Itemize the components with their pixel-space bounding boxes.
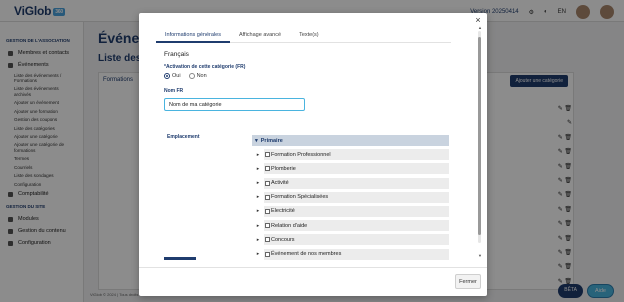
emplacement-label: Emplacement (167, 134, 200, 140)
tree-root-primaire[interactable]: ▾ Primaire (252, 135, 449, 146)
modal-body: Français *Activation de cette catégorie … (164, 51, 464, 111)
category-name-input[interactable] (164, 98, 305, 111)
tree-item[interactable]: ▸ Concours (252, 234, 449, 246)
language-title: Français (164, 51, 189, 58)
name-label: Nom FR (164, 88, 184, 94)
tree-root-label: Primaire (260, 137, 283, 144)
tree-item-label: Activité (271, 180, 289, 187)
tree-item[interactable]: ▸ Formation Professionnel (252, 149, 449, 161)
checkbox[interactable] (265, 208, 270, 214)
radio-yes-label: Oui (172, 73, 181, 79)
tab-texts[interactable]: Texte(s) (290, 30, 328, 43)
section-divider (164, 257, 196, 260)
tree-item-label: Electricité (271, 208, 295, 215)
checkbox[interactable] (265, 194, 270, 200)
tree-item-label: Formation Professionnel (271, 151, 331, 158)
checkbox[interactable] (265, 166, 270, 172)
scroll-up-icon[interactable]: ▲ (478, 25, 482, 30)
chevron-right-icon[interactable]: ▸ (252, 194, 264, 200)
radio-yes-dot[interactable] (164, 73, 170, 79)
activation-radio-group: Oui Non (164, 73, 464, 79)
scrollbar-thumb[interactable] (478, 37, 481, 235)
radio-no[interactable]: Non (188, 73, 207, 79)
modal-footer: Fermer (139, 267, 487, 296)
chevron-right-icon[interactable]: ▸ (252, 223, 264, 229)
checkbox[interactable] (265, 180, 270, 186)
radio-yes[interactable]: Oui (164, 73, 181, 79)
radio-no-label: Non (196, 73, 207, 79)
tab-general-info[interactable]: Informations générales (156, 30, 230, 43)
close-button[interactable]: Fermer (455, 274, 481, 289)
tree-item[interactable]: ▸ Relation d'aide (252, 220, 449, 232)
tree-item-label: Formation Spécialisées (271, 194, 329, 201)
chevron-right-icon[interactable]: ▸ (252, 237, 264, 243)
scroll-down-icon[interactable]: ▼ (478, 253, 482, 258)
collapse-icon[interactable]: ▾ (255, 138, 258, 144)
checkbox[interactable] (265, 152, 270, 158)
activation-label: *Activation de cette catégorie (FR) (164, 64, 246, 70)
tree-item[interactable]: ▸ Événement de nos membres (252, 248, 449, 260)
checkbox[interactable] (265, 237, 270, 243)
checkbox[interactable] (265, 223, 270, 229)
tree-item[interactable]: ▸ Formation Spécialisées (252, 191, 449, 203)
tree-item-label: Événement de nos membres (271, 251, 342, 257)
chevron-right-icon[interactable]: ▸ (252, 152, 264, 158)
chevron-right-icon[interactable]: ▸ (252, 208, 264, 214)
modal-tabs: Informations générales Affichage avancé … (156, 30, 451, 43)
chevron-right-icon[interactable]: ▸ (252, 166, 264, 172)
tree-item-label: Concours (271, 236, 295, 243)
tree-item[interactable]: ▸ Activité (252, 177, 449, 189)
tree-item[interactable]: ▸ Plomberie (252, 163, 449, 175)
chevron-right-icon[interactable]: ▸ (252, 251, 264, 257)
checkbox[interactable] (265, 251, 270, 257)
modal-scrollbar[interactable] (478, 31, 481, 243)
radio-no-dot[interactable] (188, 73, 195, 79)
tree-item-label: Relation d'aide (271, 222, 308, 229)
tree-item-label: Plomberie (271, 165, 296, 172)
tree-item[interactable]: ▸ Electricité (252, 205, 449, 217)
chevron-right-icon[interactable]: ▸ (252, 180, 264, 186)
close-icon[interactable]: × (473, 15, 483, 25)
category-modal: × Informations générales Affichage avanc… (139, 13, 487, 296)
location-tree: ▾ Primaire ▸ Formation Professionnel ▸ P… (252, 135, 449, 260)
tab-advanced-display[interactable]: Affichage avancé (230, 30, 290, 43)
